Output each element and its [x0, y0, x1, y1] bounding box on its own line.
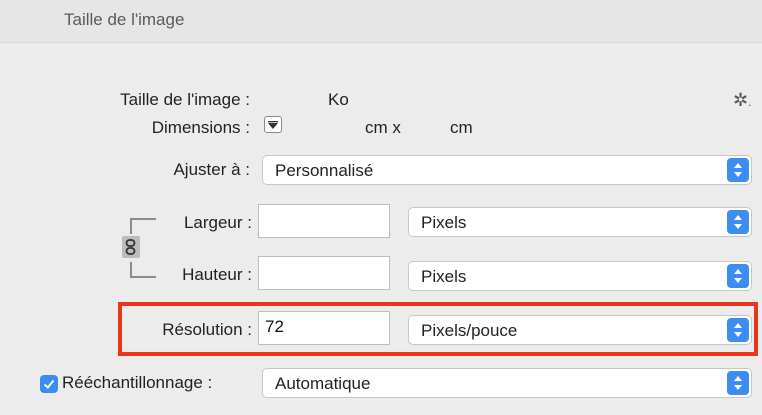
gear-icon[interactable]: ✲. — [733, 90, 751, 111]
select-arrows-icon — [727, 318, 749, 342]
width-field[interactable] — [258, 204, 390, 238]
fit-to-select[interactable]: Personnalisé — [262, 155, 752, 185]
width-unit-value: Pixels — [421, 213, 467, 232]
image-size-unit: Ko — [328, 90, 349, 109]
select-arrows-icon — [727, 158, 749, 182]
resolution-label: Résolution : — [162, 320, 252, 339]
fit-to-label: Ajuster à : — [173, 160, 250, 179]
resample-label: Rééchantillonnage : — [62, 373, 213, 392]
resample-select[interactable]: Automatique — [262, 368, 752, 398]
dropdown-triangle-icon[interactable] — [264, 116, 282, 133]
select-arrows-icon — [727, 264, 749, 288]
resolution-unit-value: Pixels/pouce — [421, 321, 518, 340]
image-size-label: Taille de l'image : — [120, 90, 250, 109]
select-arrows-icon — [727, 371, 749, 395]
section-title: Taille de l'image — [64, 10, 185, 29]
resolution-unit-select[interactable]: Pixels/pouce — [408, 315, 752, 345]
select-arrows-icon — [727, 210, 749, 234]
fit-to-value: Personnalisé — [275, 161, 374, 180]
checkmark-icon — [43, 379, 55, 389]
resample-checkbox[interactable] — [40, 375, 58, 393]
dimensions-label: Dimensions : — [151, 118, 250, 137]
width-label: Largeur : — [183, 213, 252, 232]
chain-link-icon[interactable] — [122, 236, 140, 258]
height-unit-value: Pixels — [421, 267, 467, 286]
height-unit-select[interactable]: Pixels — [408, 261, 752, 291]
height-label: Hauteur : — [182, 265, 252, 284]
section-header: Taille de l'image — [0, 0, 762, 43]
width-unit-select[interactable]: Pixels — [408, 207, 752, 237]
resolution-field[interactable]: 72 — [258, 311, 390, 345]
dimensions-unit-x: cm x — [365, 118, 401, 137]
dimensions-unit-y: cm — [450, 118, 473, 137]
resample-value: Automatique — [275, 374, 371, 393]
height-field[interactable] — [258, 256, 390, 290]
